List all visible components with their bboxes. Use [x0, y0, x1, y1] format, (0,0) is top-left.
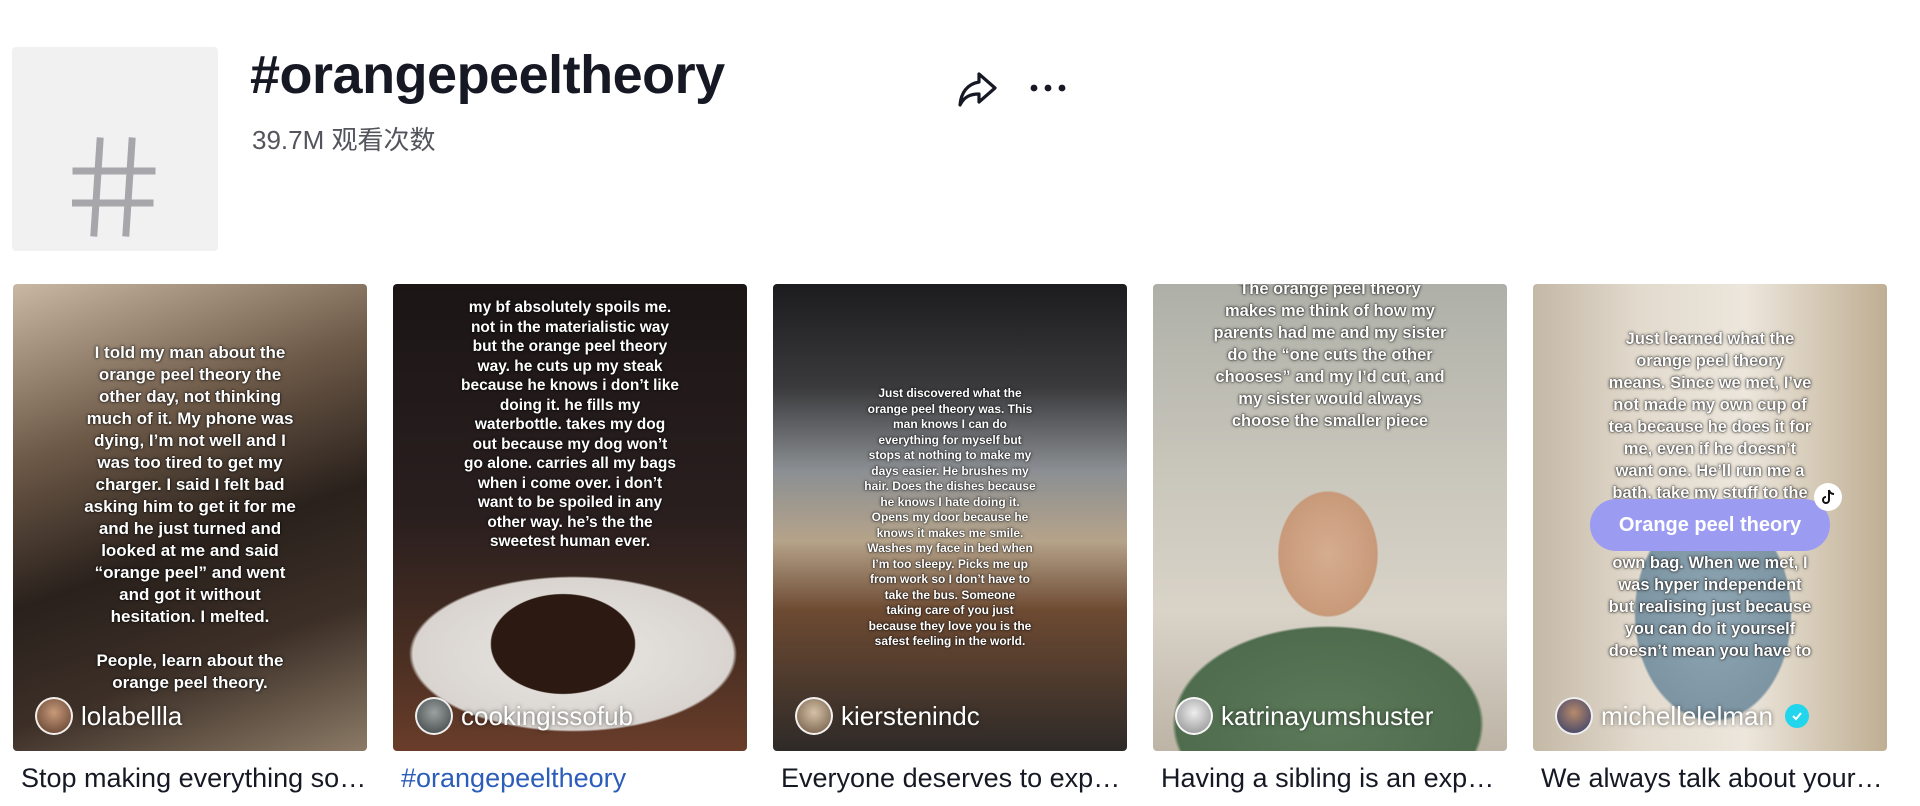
- video-caption[interactable]: #orangepeeltheory: [393, 763, 747, 794]
- video-thumbnail[interactable]: my bf absolutely spoils me. not in the m…: [393, 284, 747, 751]
- video-caption[interactable]: Having a sibling is an experience: [1153, 763, 1507, 794]
- video-overlay-text: Just learned what the orange peel theory…: [1608, 330, 1812, 502]
- author-name: cookingissofub: [461, 700, 633, 731]
- avatar: [1175, 697, 1213, 735]
- video-author[interactable]: kierstenindc: [795, 697, 980, 735]
- video-thumbnail[interactable]: I told my man about the orange peel theo…: [13, 284, 367, 751]
- video-author[interactable]: michellelelman: [1555, 697, 1809, 735]
- video-thumbnail[interactable]: Just learned what the orange peel theory…: [1533, 284, 1887, 751]
- video-author[interactable]: lolabellla: [35, 697, 182, 735]
- avatar: [795, 697, 833, 735]
- video-overlay-text: own bag. When we met, I was hyper indepe…: [1608, 554, 1812, 660]
- video-card[interactable]: The orange peel theory makes me think of…: [1153, 284, 1507, 794]
- tiktok-icon: [1814, 483, 1842, 511]
- video-author[interactable]: katrinayumshuster: [1175, 697, 1433, 735]
- video-card[interactable]: Just learned what the orange peel theory…: [1533, 284, 1887, 794]
- video-overlay-text: Just discovered what the orange peel the…: [864, 386, 1036, 648]
- video-thumbnail[interactable]: Just discovered what the orange peel the…: [773, 284, 1127, 751]
- more-options-button[interactable]: [1026, 70, 1070, 106]
- avatar: [415, 697, 453, 735]
- video-thumbnail[interactable]: The orange peel theory makes me think of…: [1153, 284, 1507, 751]
- video-overlay-text: The orange peel theory makes me think of…: [1213, 284, 1447, 430]
- share-icon: [958, 72, 997, 107]
- avatar: [35, 697, 73, 735]
- video-caption[interactable]: We always talk about your health: [1533, 763, 1887, 794]
- author-name: katrinayumshuster: [1221, 700, 1434, 731]
- sticker-label: Orange peel theory: [1590, 499, 1830, 551]
- video-card[interactable]: I told my man about the orange peel theo…: [13, 284, 367, 794]
- page-title: #orangepeeltheory: [250, 45, 725, 105]
- video-overlay-text: my bf absolutely spoils me. not in the m…: [461, 299, 679, 550]
- video-card[interactable]: my bf absolutely spoils me. not in the m…: [393, 284, 747, 794]
- video-overlay-text: I told my man about the orange peel theo…: [84, 343, 296, 692]
- view-count: 39.7M 观看次数: [252, 125, 436, 155]
- author-name: lolabellla: [81, 700, 183, 731]
- video-author[interactable]: cookingissofub: [415, 697, 633, 735]
- video-caption[interactable]: Everyone deserves to experience this: [773, 763, 1127, 794]
- verified-icon: [1784, 704, 1809, 728]
- hashtag-avatar: [12, 47, 218, 251]
- author-name: kierstenindc: [841, 700, 980, 731]
- more-icon: [1030, 84, 1066, 92]
- share-button[interactable]: [955, 66, 1001, 112]
- author-name: michellelelman: [1601, 700, 1773, 731]
- video-card[interactable]: Just discovered what the orange peel the…: [773, 284, 1127, 794]
- video-caption[interactable]: Stop making everything so complicated: [13, 763, 367, 794]
- avatar: [1555, 697, 1593, 735]
- hashtag-icon: [72, 137, 156, 237]
